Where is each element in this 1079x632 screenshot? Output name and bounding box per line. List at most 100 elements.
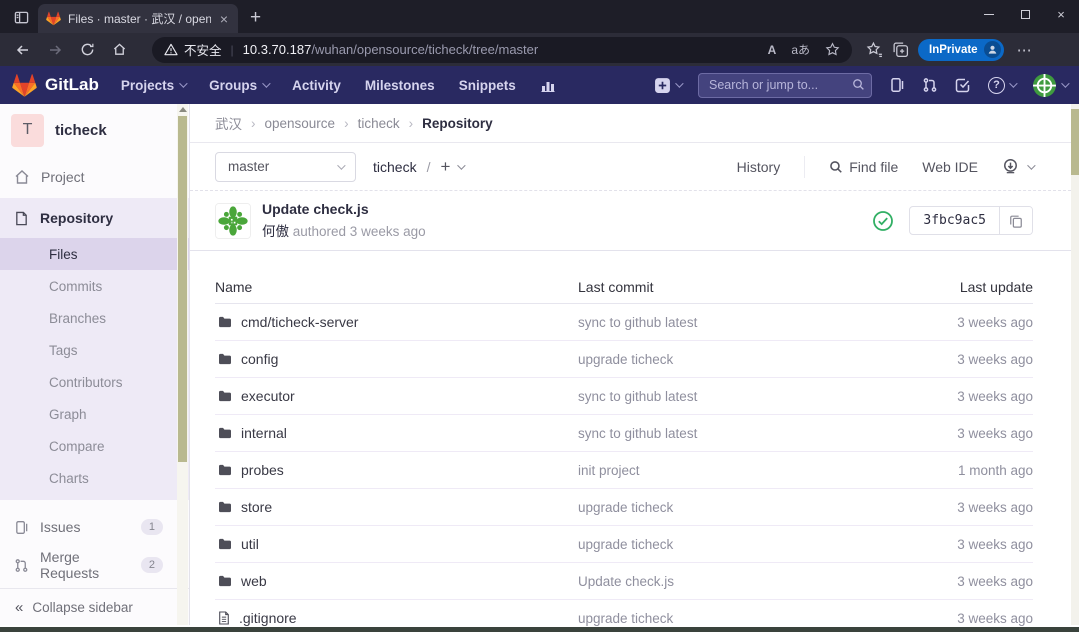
breadcrumb-separator: ›	[251, 116, 256, 131]
sidebar-item-project[interactable]: Project	[0, 156, 189, 198]
maximize-icon[interactable]	[1007, 0, 1043, 28]
refresh-icon[interactable]	[74, 37, 100, 63]
file-name-link[interactable]: executor	[241, 388, 295, 404]
breadcrumb-item[interactable]: ticheck ›	[358, 116, 423, 131]
stats-chart-icon[interactable]	[540, 77, 556, 93]
sidebar-repo-subitem[interactable]: Charts	[0, 462, 189, 494]
commit-message-link[interactable]: upgrade ticheck	[578, 500, 673, 515]
repo-root-link[interactable]: ticheck	[373, 159, 417, 175]
settings-more-icon[interactable]: ⋯	[1013, 41, 1037, 59]
file-name-link[interactable]: cmd/ticheck-server	[241, 314, 358, 330]
file-name-link[interactable]: internal	[241, 425, 287, 441]
favorites-icon[interactable]	[866, 41, 883, 58]
gitlab-nav-item[interactable]: Projects	[121, 78, 185, 93]
merge-requests-icon[interactable]	[922, 77, 938, 93]
collapse-sidebar-button[interactable]: « Collapse sidebar	[0, 588, 189, 625]
table-row[interactable]: config upgrade ticheck 3 weeks ago	[215, 341, 1033, 378]
sidebar-scrollbar[interactable]	[177, 104, 188, 625]
table-row[interactable]: web Update check.js 3 weeks ago	[215, 563, 1033, 600]
user-menu[interactable]	[1032, 73, 1067, 98]
translate-icon[interactable]: aあ	[791, 41, 810, 58]
gitlab-logo[interactable]	[12, 73, 37, 98]
download-dropdown[interactable]	[1002, 158, 1033, 175]
new-menu-button[interactable]	[654, 77, 681, 94]
back-icon[interactable]	[10, 37, 36, 63]
sidebar-repo-subitem[interactable]: Graph	[0, 398, 189, 430]
tab-close-icon[interactable]: ×	[218, 12, 230, 26]
add-favorite-icon[interactable]	[825, 42, 840, 57]
sidebar-item-repository[interactable]: Repository	[0, 198, 189, 238]
vertical-tabs-icon[interactable]	[8, 5, 34, 29]
copy-commit-hash-button[interactable]	[999, 207, 1032, 234]
breadcrumb-item[interactable]: 武汉 ›	[215, 113, 265, 133]
branch-selector[interactable]: master	[215, 152, 356, 182]
pipeline-status-icon[interactable]	[872, 210, 894, 232]
add-file-dropdown[interactable]: +	[440, 157, 463, 177]
search-input[interactable]	[698, 73, 872, 98]
table-row[interactable]: cmd/ticheck-server sync to github latest…	[215, 304, 1033, 341]
page-scrollbar[interactable]	[1071, 104, 1079, 625]
file-name-link[interactable]: web	[241, 573, 267, 589]
table-row[interactable]: store upgrade ticheck 3 weeks ago	[215, 489, 1033, 526]
commit-hash[interactable]: 3fbc9ac5	[910, 207, 999, 234]
inprivate-badge[interactable]: InPrivate	[918, 39, 1004, 61]
file-table: Name Last commit Last update cmd/ticheck…	[190, 271, 1071, 632]
breadcrumb-item[interactable]: opensource ›	[265, 116, 358, 131]
browser-tab[interactable]: Files · master · 武汉 / opensourc ×	[38, 4, 238, 33]
gitlab-nav-item[interactable]: Activity	[292, 78, 341, 93]
commit-author-avatar[interactable]	[215, 203, 251, 239]
sidebar-repo-subitem[interactable]: Compare	[0, 430, 189, 462]
project-header[interactable]: T ticheck	[0, 104, 189, 156]
commit-message-link[interactable]: sync to github latest	[578, 426, 697, 441]
file-name-link[interactable]: store	[241, 499, 272, 515]
commit-message-link[interactable]: sync to github latest	[578, 315, 697, 330]
address-bar[interactable]: 不安全 | 10.3.70.187/wuhan/opensource/tiche…	[152, 37, 852, 63]
breadcrumb-item[interactable]: Repository ›	[422, 116, 493, 131]
scroll-up-arrow-icon[interactable]	[179, 107, 187, 112]
help-menu[interactable]: ?	[988, 77, 1015, 94]
collections-icon[interactable]	[892, 41, 909, 58]
table-row[interactable]: executor sync to github latest 3 weeks a…	[215, 378, 1033, 415]
file-name-link[interactable]: util	[241, 536, 259, 552]
file-name-link[interactable]: probes	[241, 462, 284, 478]
close-icon[interactable]: ×	[1043, 0, 1079, 28]
minimize-icon[interactable]	[971, 0, 1007, 28]
gitlab-nav-item[interactable]: Groups	[209, 78, 268, 93]
web-ide-link[interactable]: Web IDE	[922, 159, 978, 175]
sidebar-repo-subitem[interactable]: Files	[0, 238, 189, 270]
commit-message-link[interactable]: sync to github latest	[578, 389, 697, 404]
sidebar-repo-subitem[interactable]: Tags	[0, 334, 189, 366]
commit-message-link[interactable]: init project	[578, 463, 640, 478]
security-warning[interactable]: 不安全	[164, 40, 222, 59]
commit-message-link[interactable]: Update check.js	[578, 574, 674, 589]
history-link[interactable]: History	[737, 159, 781, 175]
commit-message-link[interactable]: upgrade ticheck	[578, 352, 673, 367]
file-name-link[interactable]: .gitignore	[239, 610, 297, 626]
global-search[interactable]	[698, 73, 872, 98]
commit-message-link[interactable]: upgrade ticheck	[578, 537, 673, 552]
read-aloud-icon[interactable]: A	[768, 43, 777, 57]
sidebar-scrollbar-thumb[interactable]	[178, 116, 187, 462]
find-file-link[interactable]: Find file	[829, 159, 898, 175]
issues-icon[interactable]	[889, 77, 905, 93]
page-scrollbar-thumb[interactable]	[1071, 109, 1079, 175]
sidebar-item-issues[interactable]: Issues 1	[0, 508, 189, 546]
file-name-link[interactable]: config	[241, 351, 278, 367]
table-row[interactable]: probes init project 1 month ago	[215, 452, 1033, 489]
sidebar-repo-subitem[interactable]: Commits	[0, 270, 189, 302]
commit-title-link[interactable]: Update check.js	[262, 201, 426, 217]
folder-icon	[218, 353, 232, 365]
home-icon[interactable]	[106, 37, 132, 63]
gitlab-nav-item[interactable]: Milestones	[365, 78, 435, 93]
sidebar-item-merge-requests[interactable]: Merge Requests 2	[0, 546, 189, 584]
todos-icon[interactable]	[955, 77, 971, 93]
sidebar-repo-subitem[interactable]: Contributors	[0, 366, 189, 398]
gitlab-nav-item[interactable]: Snippets	[459, 78, 516, 93]
table-row[interactable]: internal sync to github latest 3 weeks a…	[215, 415, 1033, 452]
gitlab-brand[interactable]: GitLab	[45, 75, 99, 95]
commit-author-link[interactable]: 何傲	[262, 224, 289, 239]
table-row[interactable]: util upgrade ticheck 3 weeks ago	[215, 526, 1033, 563]
sidebar-repo-subitem[interactable]: Branches	[0, 302, 189, 334]
commit-message-link[interactable]: upgrade ticheck	[578, 611, 673, 626]
new-tab-icon[interactable]: +	[250, 8, 261, 27]
